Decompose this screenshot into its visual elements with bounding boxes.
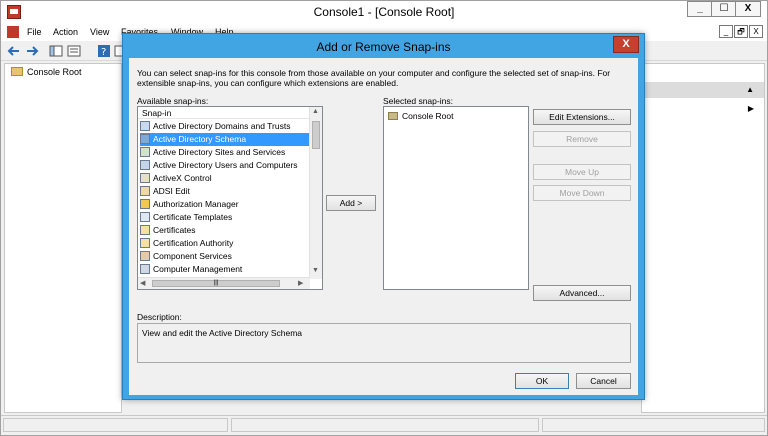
scroll-thumb[interactable] — [312, 121, 320, 149]
move-down-button[interactable]: Move Down — [533, 185, 631, 201]
column-header-snapin[interactable]: Snap-in — [138, 107, 310, 119]
list-item[interactable]: Active Directory Sites and Services — [140, 146, 310, 159]
snapin-label: Active Directory Sites and Services — [153, 147, 286, 157]
collapse-up-icon[interactable]: ▲ — [746, 85, 754, 94]
folder-icon — [11, 67, 23, 76]
list-item[interactable]: Certification Authority — [140, 237, 310, 250]
edit-extensions-button[interactable]: Edit Extensions... — [533, 109, 631, 125]
dialog-close-button[interactable]: X — [613, 36, 639, 53]
snapin-icon — [140, 199, 150, 209]
selected-snapin-label: Console Root — [402, 111, 454, 121]
snapin-label: Authorization Manager — [153, 199, 239, 209]
minimize-button[interactable]: _ — [687, 1, 713, 17]
folder-icon — [388, 112, 398, 120]
list-item[interactable]: Computer Management — [140, 263, 310, 276]
hscroll-thumb[interactable]: ||| — [152, 280, 280, 287]
snapin-icon — [140, 121, 150, 131]
snapin-icon — [140, 212, 150, 222]
list-item[interactable]: Active Directory Domains and Trusts — [140, 120, 310, 133]
window-title: Console1 - [Console Root] — [313, 5, 455, 19]
cancel-button[interactable]: Cancel — [576, 373, 631, 389]
advanced-button[interactable]: Advanced... — [533, 285, 631, 301]
intro-text: You can select snap-ins for this console… — [137, 68, 611, 88]
dialog-title: Add or Remove Snap-ins — [316, 40, 451, 54]
list-item[interactable]: Certificates — [140, 224, 310, 237]
list-item[interactable]: Console Root — [388, 111, 454, 121]
snapin-label: Active Directory Schema — [153, 134, 247, 144]
snapin-label: ActiveX Control — [153, 173, 212, 183]
maximize-button[interactable]: ☐ — [711, 1, 737, 17]
status-cell — [542, 418, 765, 432]
description-label: Description: — [137, 312, 182, 322]
ok-button[interactable]: OK — [515, 373, 569, 389]
status-bar — [1, 415, 767, 435]
add-remove-snapins-dialog: Add or Remove Snap-ins X You can select … — [122, 33, 645, 400]
snapin-label: Active Directory Users and Computers — [153, 160, 298, 170]
tree-item-console-root[interactable]: Console Root — [11, 67, 82, 77]
snapin-icon — [140, 147, 150, 157]
console-tree-pane: Console Root — [4, 63, 122, 413]
mdi-minimize-button[interactable]: _ — [719, 25, 733, 38]
menu-file[interactable]: File — [27, 27, 42, 37]
available-snapins-label: Available snap-ins: — [137, 96, 209, 106]
list-item[interactable]: ADSI Edit — [140, 185, 310, 198]
actions-header[interactable]: ▲ — [642, 82, 764, 98]
close-window-button[interactable]: X — [735, 1, 761, 17]
mdi-restore-button[interactable]: 🗗 — [734, 25, 748, 38]
scroll-left-icon[interactable]: ◀ — [140, 279, 145, 287]
tree-item-label: Console Root — [27, 67, 82, 77]
move-up-button[interactable]: Move Up — [533, 164, 631, 180]
back-arrow-icon[interactable] — [7, 44, 21, 58]
list-item[interactable]: ActiveX Control — [140, 172, 310, 185]
add-button[interactable]: Add > — [326, 195, 376, 211]
remove-button[interactable]: Remove — [533, 131, 631, 147]
list-item[interactable]: Active Directory Schema — [140, 133, 310, 146]
dialog-title-bar[interactable]: Add or Remove Snap-ins X — [123, 34, 644, 58]
snapin-label: Certificates — [153, 225, 196, 235]
scroll-down-icon[interactable]: ▼ — [312, 267, 319, 274]
snapin-icon — [140, 225, 150, 235]
snapin-label: Certification Authority — [153, 238, 234, 248]
list-item[interactable]: Authorization Manager — [140, 198, 310, 211]
title-bar: Console1 - [Console Root] _ ☐ X — [1, 1, 767, 23]
list-item[interactable]: Component Services — [140, 250, 310, 263]
forward-arrow-icon[interactable] — [25, 44, 39, 58]
more-actions-arrow-icon[interactable]: ▶ — [748, 104, 754, 113]
scroll-up-icon[interactable]: ▲ — [312, 108, 319, 115]
snapin-label: ADSI Edit — [153, 186, 190, 196]
dialog-body: You can select snap-ins for this console… — [129, 58, 638, 395]
snapin-icon — [140, 134, 150, 144]
description-text: View and edit the Active Directory Schem… — [142, 328, 303, 338]
scroll-right-icon[interactable]: ▶ — [298, 279, 303, 287]
snapin-label: Active Directory Domains and Trusts — [153, 121, 291, 131]
system-menu-icon[interactable] — [7, 26, 19, 38]
mdi-close-button[interactable]: X — [749, 25, 763, 38]
horizontal-scrollbar[interactable]: ◀ ||| ▶ — [138, 277, 310, 289]
svg-text:?: ? — [101, 47, 106, 58]
snapin-icon — [140, 251, 150, 261]
selected-snapins-label: Selected snap-ins: — [383, 96, 453, 106]
snapin-label: Component Services — [153, 251, 232, 261]
snapin-icon — [140, 238, 150, 248]
vertical-scrollbar[interactable]: ▲ ▼ — [309, 107, 322, 279]
snapin-label: Computer Management — [153, 264, 243, 274]
properties-icon[interactable] — [67, 44, 81, 58]
snapin-icon — [140, 173, 150, 183]
actions-pane: ▲ ▶ — [641, 63, 765, 413]
selected-snapins-list[interactable]: Console Root — [383, 106, 529, 290]
show-hide-tree-icon[interactable] — [49, 44, 63, 58]
snapin-label: Certificate Templates — [153, 212, 233, 222]
description-box: View and edit the Active Directory Schem… — [137, 323, 631, 363]
available-snapins-list[interactable]: Snap-in Active Directory Domains and Tru… — [137, 106, 323, 290]
menu-view[interactable]: View — [90, 27, 109, 37]
menu-action[interactable]: Action — [53, 27, 78, 37]
snapin-icon — [140, 186, 150, 196]
list-item[interactable]: Certificate Templates — [140, 211, 310, 224]
list-item[interactable]: Active Directory Users and Computers — [140, 159, 310, 172]
snapin-icon — [140, 160, 150, 170]
status-cell — [3, 418, 228, 432]
snapin-icon — [140, 264, 150, 274]
help-icon[interactable]: ? — [97, 44, 111, 58]
status-cell — [231, 418, 539, 432]
